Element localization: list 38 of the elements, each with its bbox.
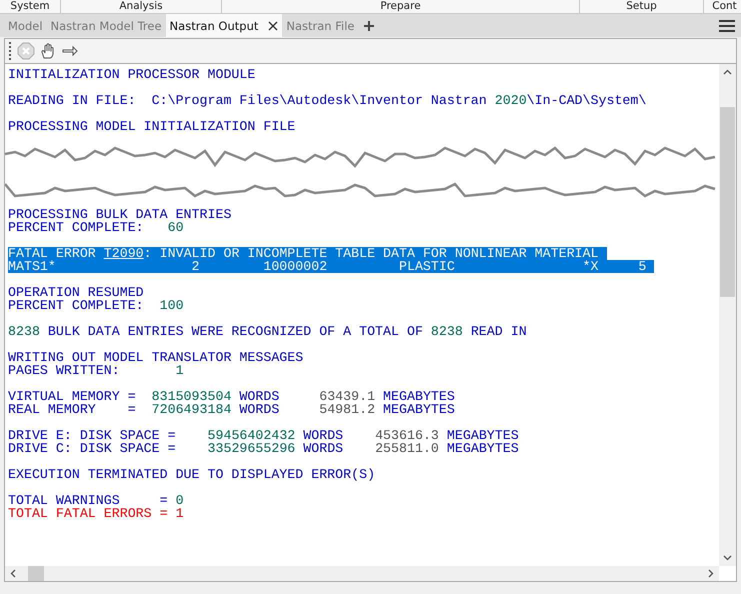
output-line: REAL MEMORY = 7206493184 WORDS 54981.2 MEGABYTES [8,403,455,416]
tab[interactable]: Nastran Output [166,14,282,37]
ribbon-tab[interactable]: Analysis [61,0,222,13]
plus-icon[interactable] [362,20,374,32]
ribbon-tab[interactable]: Setup [580,0,704,13]
ribbon-tab[interactable]: Cont [704,0,741,13]
close-icon[interactable] [268,20,278,30]
horizontal-scrollbar[interactable] [5,566,719,581]
output-line: TOTAL FATAL ERRORS = 1 [8,507,184,520]
scroll-thumb[interactable] [720,107,735,297]
output-line: 8238 BULK DATA ENTRIES WERE RECOGNIZED OF A TOTAL OF 8238 READ IN [8,325,527,338]
output-line: READING IN FILE: C:\Program Files\Autodesk\Inventor Nastran 2020\In-CAD\System\ [8,94,646,107]
ribbon-tab[interactable]: Prepare [222,0,580,13]
menu-icon[interactable] [719,18,735,32]
output-line: EXECUTION TERMINATED DUE TO DISPLAYED ERROR(S) [8,468,376,481]
tab-label: Nastran Output [170,18,258,32]
output-line: INITIALIZATION PROCESSOR MODULE [8,68,256,81]
scroll-up-icon[interactable] [723,68,732,77]
output-line: PERCENT COMPLETE: 60 [8,221,184,234]
scroll-down-icon[interactable] [723,553,732,562]
vertical-scrollbar[interactable] [719,64,736,566]
output-line: PROCESSING MODEL INITIALIZATION FILE [8,120,296,133]
output-line: TOTAL WARNINGS = 0 [8,494,184,507]
scroll-left-icon[interactable] [9,569,18,578]
output-line: WRITING OUT MODEL TRANSLATOR MESSAGES [8,351,304,364]
output-line: DRIVE C: DISK SPACE = 33529655296 WORDS 255811.0 MEGABYTES [8,442,519,455]
output-line: PROCESSING BULK DATA ENTRIES [8,208,232,221]
output-line: VIRTUAL MEMORY = 8315093504 WORDS 63439.1 MEGABYTES [8,390,455,403]
output-line: PAGES WRITTEN: 1 [8,364,184,377]
scroll-thumb[interactable] [28,566,44,581]
output-line: PERCENT COMPLETE: 100 [8,299,184,312]
tab-label: Nastran Model Tree [50,18,162,32]
output-line: DRIVE E: DISK SPACE = 59456402432 WORDS 453616.3 MEGABYTES [8,429,519,442]
tab-label: Nastran File [286,18,354,32]
output-line: OPERATION RESUMED [8,286,144,299]
ribbon-tab[interactable]: System [0,0,61,13]
scroll-right-icon[interactable] [706,569,715,578]
tab-label: Model [8,18,43,32]
